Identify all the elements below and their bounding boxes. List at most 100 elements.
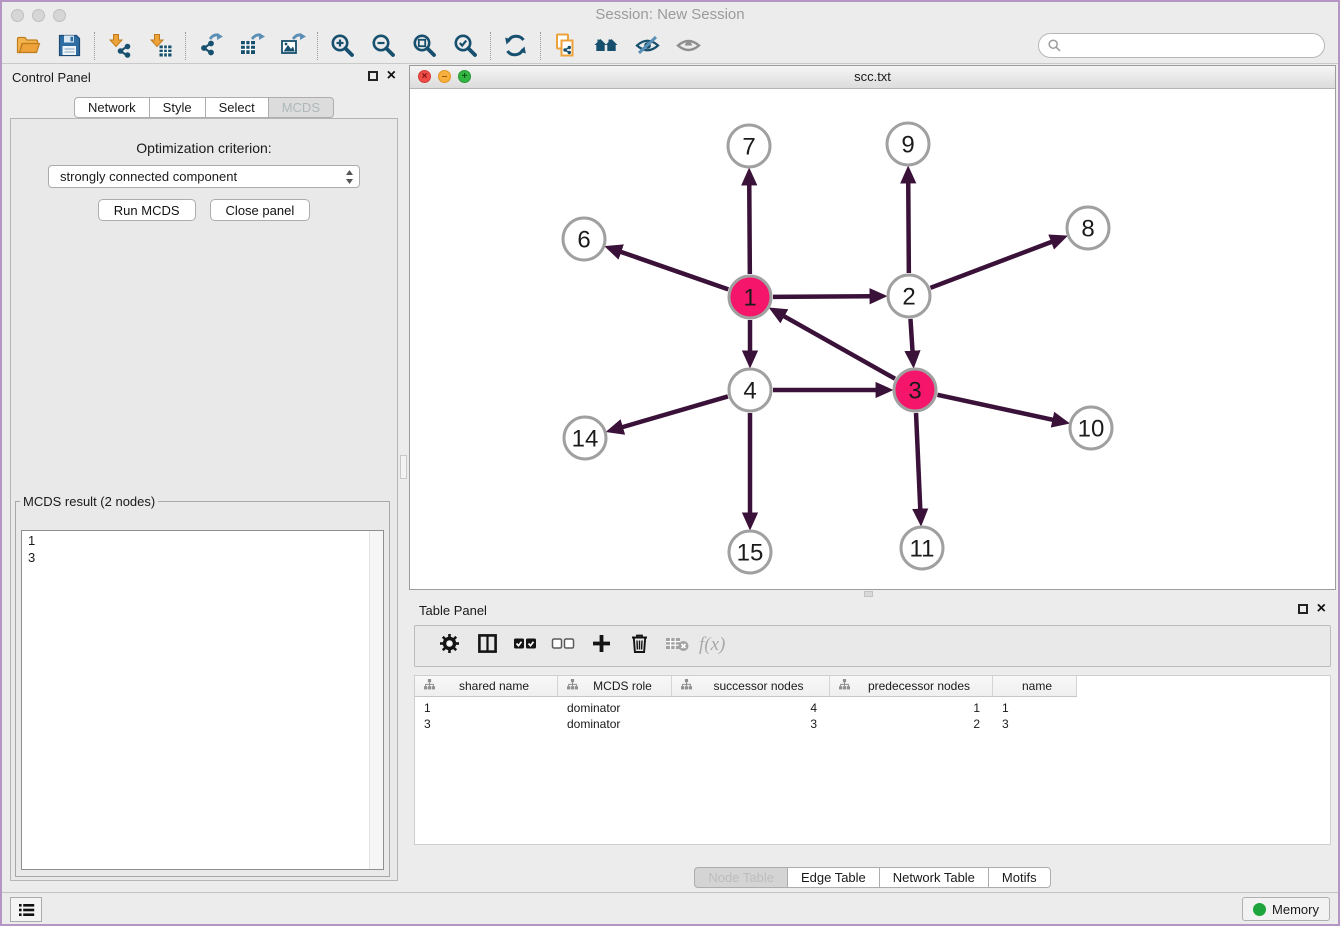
close-panel-icon[interactable]: × bbox=[387, 69, 396, 83]
tab-node-table[interactable]: Node Table bbox=[694, 867, 788, 888]
graph-edge-3-10[interactable] bbox=[937, 395, 1052, 420]
optimization-criterion-label: Optimization criterion: bbox=[11, 140, 397, 156]
export-network-button[interactable] bbox=[190, 30, 231, 62]
close-panel-button[interactable]: Close panel bbox=[210, 199, 311, 221]
table-cell[interactable]: dominator bbox=[558, 717, 672, 731]
minimize-view-button[interactable]: – bbox=[438, 70, 451, 83]
delete-row-icon bbox=[630, 633, 649, 659]
refresh-button[interactable] bbox=[495, 30, 536, 62]
zoom-out-button[interactable] bbox=[363, 30, 404, 62]
graph-node-label-3: 3 bbox=[908, 378, 921, 405]
select-all-rows-button[interactable] bbox=[506, 631, 544, 661]
table-cell[interactable]: dominator bbox=[558, 701, 672, 715]
import-network-button[interactable] bbox=[99, 30, 140, 62]
eye-slash-button[interactable] bbox=[627, 30, 668, 62]
tab-select[interactable]: Select bbox=[205, 97, 269, 118]
table-header-row: shared name MCDS rolesuccessor nodesprede… bbox=[415, 676, 1330, 697]
network-canvas[interactable]: 7968124314101511 bbox=[410, 89, 1335, 589]
graph-edge-1-6[interactable] bbox=[621, 252, 728, 290]
table-settings-gear-button[interactable] bbox=[430, 631, 468, 661]
graph-edge-4-14[interactable] bbox=[622, 396, 727, 427]
export-image-button[interactable] bbox=[272, 30, 313, 62]
maximize-window-button[interactable] bbox=[53, 9, 66, 22]
share-document-icon bbox=[552, 32, 579, 59]
show-columns-icon bbox=[477, 633, 498, 659]
run-mcds-button[interactable]: Run MCDS bbox=[98, 199, 196, 221]
graph-edge-1-2[interactable] bbox=[773, 296, 870, 297]
column-tree-icon bbox=[839, 679, 850, 693]
search-box[interactable] bbox=[1038, 33, 1325, 58]
add-row-icon bbox=[591, 633, 612, 659]
mcds-result-text[interactable]: 13 bbox=[21, 530, 384, 870]
table-cell[interactable]: 1 bbox=[993, 701, 1077, 715]
criterion-select[interactable]: strongly connected component bbox=[48, 165, 360, 188]
tab-network-table[interactable]: Network Table bbox=[879, 867, 989, 888]
column-header-name[interactable]: name bbox=[993, 676, 1077, 697]
table-cell[interactable]: 3 bbox=[672, 717, 830, 731]
show-columns-button[interactable] bbox=[468, 631, 506, 661]
share-document-button[interactable] bbox=[545, 30, 586, 62]
close-view-button[interactable]: × bbox=[418, 70, 431, 83]
table-cell[interactable]: 2 bbox=[830, 717, 993, 731]
graph-edge-2-9[interactable] bbox=[908, 183, 909, 273]
export-table-icon bbox=[238, 32, 265, 59]
open-folder-icon bbox=[15, 32, 42, 59]
zoom-fit-button[interactable] bbox=[404, 30, 445, 62]
tab-edge-table[interactable]: Edge Table bbox=[787, 867, 880, 888]
close-window-button[interactable] bbox=[11, 9, 24, 22]
graph-edge-2-3[interactable] bbox=[910, 319, 912, 351]
column-header-predecessor-nodes[interactable]: predecessor nodes bbox=[830, 676, 993, 697]
save-disk-button[interactable] bbox=[49, 30, 90, 62]
float-panel-icon[interactable] bbox=[368, 71, 378, 81]
tab-mcds[interactable]: MCDS bbox=[268, 97, 334, 118]
graph-node-label-11: 11 bbox=[910, 536, 935, 563]
graph-edge-2-8[interactable] bbox=[931, 242, 1052, 288]
tab-style[interactable]: Style bbox=[149, 97, 206, 118]
close-table-panel-icon[interactable]: × bbox=[1317, 602, 1326, 616]
float-table-panel-icon[interactable] bbox=[1298, 604, 1308, 614]
export-table-button[interactable] bbox=[231, 30, 272, 62]
list-icon bbox=[18, 902, 35, 918]
result-scrollbar[interactable] bbox=[369, 531, 383, 869]
graph-edge-3-11[interactable] bbox=[916, 413, 920, 509]
tab-motifs[interactable]: Motifs bbox=[988, 867, 1051, 888]
column-label: shared name bbox=[435, 679, 553, 693]
graph-edge-1-7[interactable] bbox=[749, 185, 750, 274]
window-controls[interactable] bbox=[11, 9, 66, 22]
table-cell[interactable]: 1 bbox=[415, 701, 558, 715]
search-input[interactable] bbox=[1067, 37, 1324, 55]
eye-button[interactable] bbox=[668, 30, 709, 62]
import-network-icon bbox=[106, 32, 133, 59]
add-row-button[interactable] bbox=[582, 631, 620, 661]
deselect-all-rows-button[interactable] bbox=[544, 631, 582, 661]
table-settings-gear-icon bbox=[439, 633, 460, 659]
toolbar-separator bbox=[540, 32, 541, 60]
zoom-view-button[interactable]: + bbox=[458, 70, 471, 83]
table-cell[interactable]: 1 bbox=[830, 701, 993, 715]
zoom-in-button[interactable] bbox=[322, 30, 363, 62]
home-houses-button[interactable] bbox=[586, 30, 627, 62]
table-cell[interactable]: 3 bbox=[415, 717, 558, 731]
zoom-selected-button[interactable] bbox=[445, 30, 486, 62]
mcds-result-fieldset: MCDS result (2 nodes) 13 bbox=[15, 494, 390, 877]
refresh-icon bbox=[502, 32, 529, 59]
function-builder-button: f(x) bbox=[696, 631, 734, 661]
column-header-mcds-role[interactable]: MCDS role bbox=[558, 676, 672, 697]
table-row[interactable]: 1dominator411 bbox=[415, 700, 1330, 716]
task-history-button[interactable] bbox=[10, 897, 42, 922]
open-folder-button[interactable] bbox=[8, 30, 49, 62]
delete-row-button[interactable] bbox=[620, 631, 658, 661]
column-header-shared-name[interactable]: shared name bbox=[415, 676, 558, 697]
right-column: × – + scc.txt 7968124314101511 Table Pan… bbox=[406, 64, 1338, 893]
graph-edge-3-1[interactable] bbox=[784, 316, 895, 379]
network-window-titlebar[interactable]: × – + scc.txt bbox=[410, 66, 1335, 89]
table-cell[interactable]: 3 bbox=[993, 717, 1077, 731]
table-row[interactable]: 3dominator323 bbox=[415, 716, 1330, 732]
toolbar-separator bbox=[490, 32, 491, 60]
memory-button[interactable]: Memory bbox=[1242, 897, 1330, 921]
table-cell[interactable]: 4 bbox=[672, 701, 830, 715]
minimize-window-button[interactable] bbox=[32, 9, 45, 22]
import-table-button[interactable] bbox=[140, 30, 181, 62]
tab-network[interactable]: Network bbox=[74, 97, 150, 118]
column-header-successor-nodes[interactable]: successor nodes bbox=[672, 676, 830, 697]
